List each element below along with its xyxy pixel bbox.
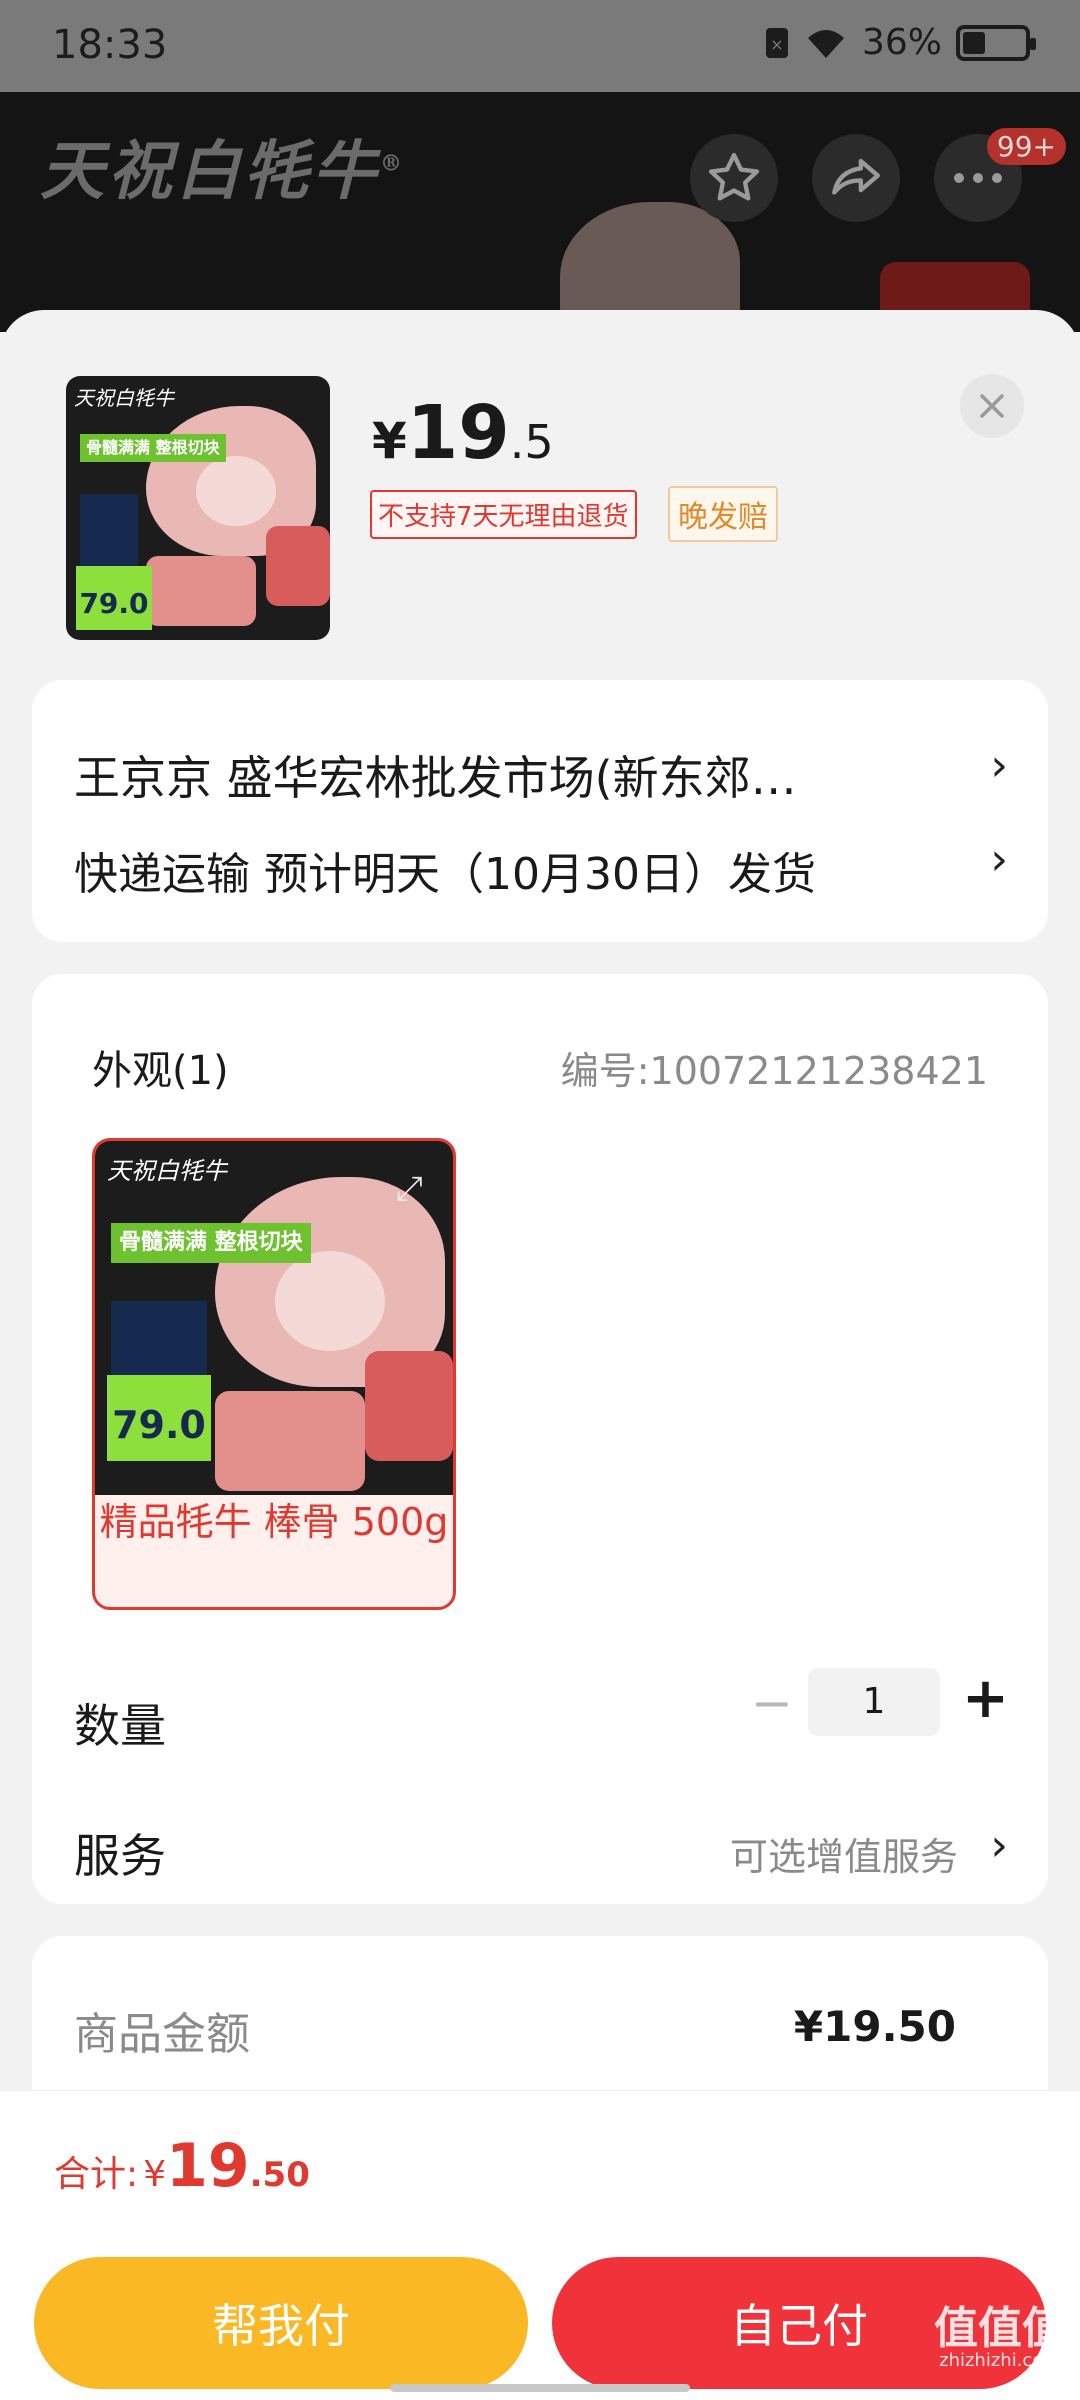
product-code: 编号:10072121238421 — [560, 1049, 988, 1093]
svg-text:×: × — [770, 35, 783, 54]
service-label: 服务 — [74, 1829, 166, 1883]
help-pay-button[interactable]: 帮我付 — [34, 2257, 528, 2389]
page-header: 天祝白牦牛® 99+ — [0, 92, 1080, 332]
watermark: 值值值 zhizhizhi.com — [934, 2303, 1066, 2371]
favorite-button[interactable] — [690, 134, 778, 222]
late-compensation-tag[interactable]: 晚发赔 — [668, 486, 778, 542]
order-total: 合计: ¥19.50 — [54, 2131, 310, 2201]
shipping-estimate[interactable]: 快递运输 预计明天（10月30日）发货 — [74, 838, 816, 902]
wifi-icon — [807, 29, 844, 58]
more-icon — [954, 173, 1002, 183]
spec-card: 外观(1) 编号:10072121238421 天祝白牦牛 骨髓满满 整根切块 … — [32, 974, 1048, 1904]
quantity-decrease-button[interactable]: − — [744, 1674, 800, 1734]
no-return-tag: 不支持7天无理由退货 — [370, 490, 637, 539]
spec-title: 外观(1) — [92, 1048, 229, 1094]
close-button[interactable] — [960, 374, 1024, 438]
battery-level — [963, 31, 985, 54]
status-bar: 18:33 × 36% — [0, 0, 1080, 92]
sim-icon: × — [765, 27, 788, 58]
share-icon — [832, 158, 880, 195]
close-icon — [980, 394, 1004, 418]
quantity-increase-button[interactable]: + — [962, 1666, 1009, 1731]
address-chevron-icon[interactable]: › — [990, 740, 1008, 791]
brand-logo: 天祝白牦牛® — [40, 134, 406, 209]
share-button[interactable] — [812, 134, 900, 222]
delivery-address[interactable]: 王京京 盛华宏林批发市场(新东郊… — [74, 742, 934, 808]
battery-icon — [956, 24, 1036, 61]
purchase-sheet: 天祝白牦牛 骨髓满满 整根切块 79.0 ¥19.5 不支持7天无理由退货 晚发… — [0, 310, 1080, 2400]
cart-badge: 99+ — [986, 128, 1066, 165]
product-thumbnail[interactable]: 天祝白牦牛 骨髓满满 整根切块 79.0 — [66, 376, 330, 640]
address-card: 王京京 盛华宏林批发市场(新东郊… › 快递运输 预计明天（10月30日）发货 … — [32, 680, 1048, 942]
quantity-input[interactable]: 1 — [808, 1668, 940, 1736]
product-price: ¥19.5 — [372, 390, 554, 476]
service-value[interactable]: 可选增值服务 — [730, 1826, 958, 1881]
shipping-chevron-icon[interactable]: › — [990, 834, 1008, 885]
variant-option-selected[interactable]: 天祝白牦牛 骨髓满满 整根切块 79.0 ⤢ 精品牦牛 棒骨 500g — [92, 1138, 456, 1610]
battery-percent: 36% — [861, 22, 942, 63]
home-indicator — [390, 2384, 690, 2392]
checkout-bar: 合计: ¥19.50 帮我付 自己付 值值值 zhizhizhi.com — [0, 2090, 1080, 2400]
expand-icon[interactable]: ⤢ — [396, 1169, 423, 1209]
variant-label: 精品牦牛 棒骨 500g — [99, 1500, 449, 1544]
quantity-label: 数量 — [74, 1699, 166, 1753]
variant-image: 天祝白牦牛 骨髓满满 整根切块 79.0 ⤢ — [95, 1141, 453, 1495]
status-icons: × 36% — [764, 22, 1036, 63]
amount-label: 商品金额 — [74, 2009, 250, 2060]
amount-value: ¥19.50 — [793, 2002, 956, 2051]
star-icon — [708, 152, 760, 201]
status-time: 18:33 — [52, 22, 168, 68]
service-chevron-icon[interactable]: › — [990, 1820, 1008, 1871]
